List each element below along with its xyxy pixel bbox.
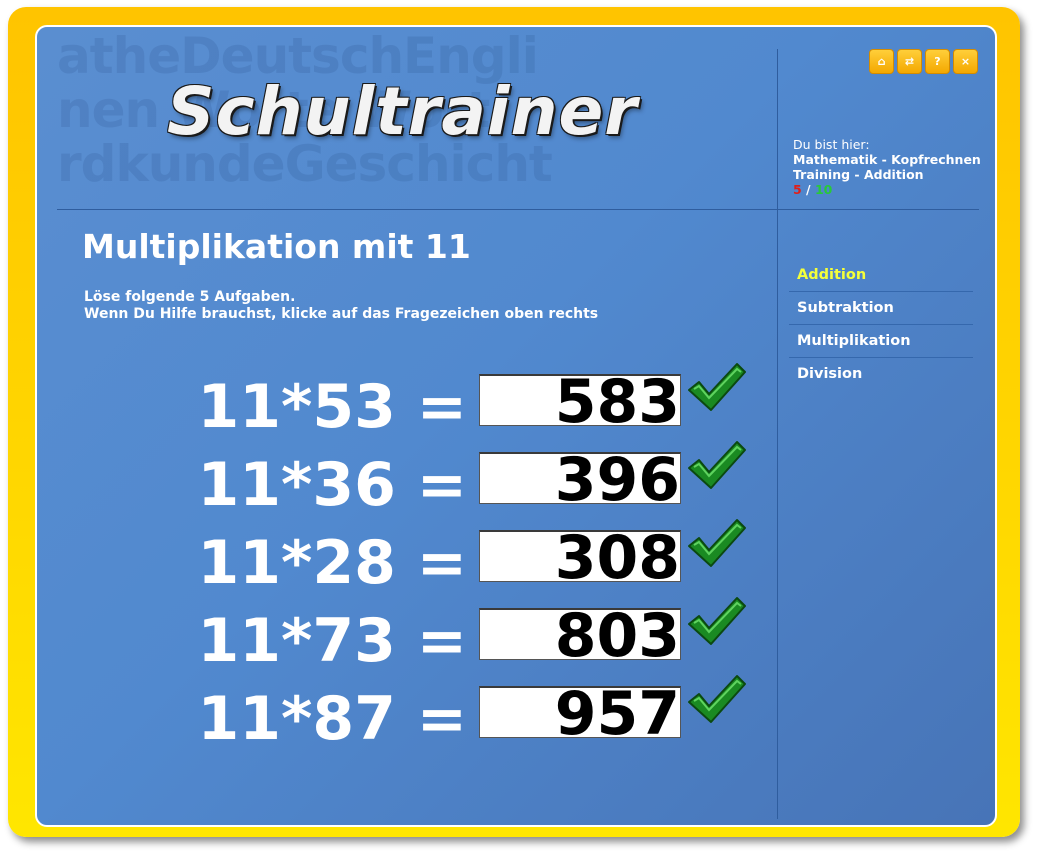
instruction-line: Wenn Du Hilfe brauchst, klicke auf das F… bbox=[84, 306, 599, 322]
page-title: Multiplikation mit 11 bbox=[82, 227, 471, 266]
checkmark-icon bbox=[688, 441, 746, 489]
checkmark-icon bbox=[688, 519, 746, 567]
task-expression: 11*28 = bbox=[197, 528, 467, 598]
task-expression: 11*36 = bbox=[197, 450, 467, 520]
vertical-divider bbox=[777, 49, 778, 819]
sidebar-nav: Addition Subtraktion Multiplikation Divi… bbox=[789, 259, 973, 391]
answer-input[interactable]: 803 bbox=[479, 606, 681, 666]
location-label: Du bist hier: bbox=[793, 137, 870, 152]
main-panel: atheDeutschEngli nen Worte Wort rdkundeG… bbox=[35, 25, 997, 827]
score-separator: / bbox=[801, 182, 815, 197]
checkmark-icon bbox=[688, 675, 746, 723]
breadcrumb: Du bist hier: Mathematik - Kopfrechnen T… bbox=[793, 137, 981, 197]
checkmark-icon bbox=[688, 597, 746, 645]
score-total: 10 bbox=[814, 182, 833, 197]
answer-input[interactable]: 396 bbox=[479, 450, 681, 510]
sidebar-item-addition[interactable]: Addition bbox=[789, 259, 973, 292]
sidebar-item-division[interactable]: Division bbox=[789, 358, 973, 391]
instructions: Löse folgende 5 Aufgaben. Wenn Du Hilfe … bbox=[84, 289, 598, 323]
score-current: 5 bbox=[793, 182, 802, 197]
sidebar-item-multiplikation[interactable]: Multiplikation bbox=[789, 325, 973, 358]
help-icon[interactable]: ? bbox=[925, 49, 950, 74]
home-icon[interactable]: ⌂ bbox=[869, 49, 894, 74]
score: 5 / 10 bbox=[793, 182, 981, 197]
location-path-line2: Training - Addition bbox=[793, 167, 924, 182]
close-icon[interactable]: × bbox=[953, 49, 978, 74]
swap-icon[interactable]: ⇄ bbox=[897, 49, 922, 74]
answer-input[interactable]: 308 bbox=[479, 528, 681, 588]
outer-frame: atheDeutschEngli nen Worte Wort rdkundeG… bbox=[8, 7, 1020, 837]
toolbar: ⌂ ⇄ ? × bbox=[869, 49, 978, 74]
instruction-line: Löse folgende 5 Aufgaben. bbox=[84, 289, 296, 305]
app-logo[interactable]: Schultrainer bbox=[167, 73, 638, 150]
checkmark-icon bbox=[688, 363, 746, 411]
task-expression: 11*73 = bbox=[197, 606, 467, 676]
horizontal-divider bbox=[57, 209, 979, 210]
task-expression: 11*53 = bbox=[197, 372, 467, 442]
answer-input[interactable]: 583 bbox=[479, 372, 681, 432]
sidebar-item-subtraktion[interactable]: Subtraktion bbox=[789, 292, 973, 325]
answer-input[interactable]: 957 bbox=[479, 684, 681, 744]
location-path-line1: Mathematik - Kopfrechnen bbox=[793, 152, 981, 167]
task-expression: 11*87 = bbox=[197, 684, 467, 754]
